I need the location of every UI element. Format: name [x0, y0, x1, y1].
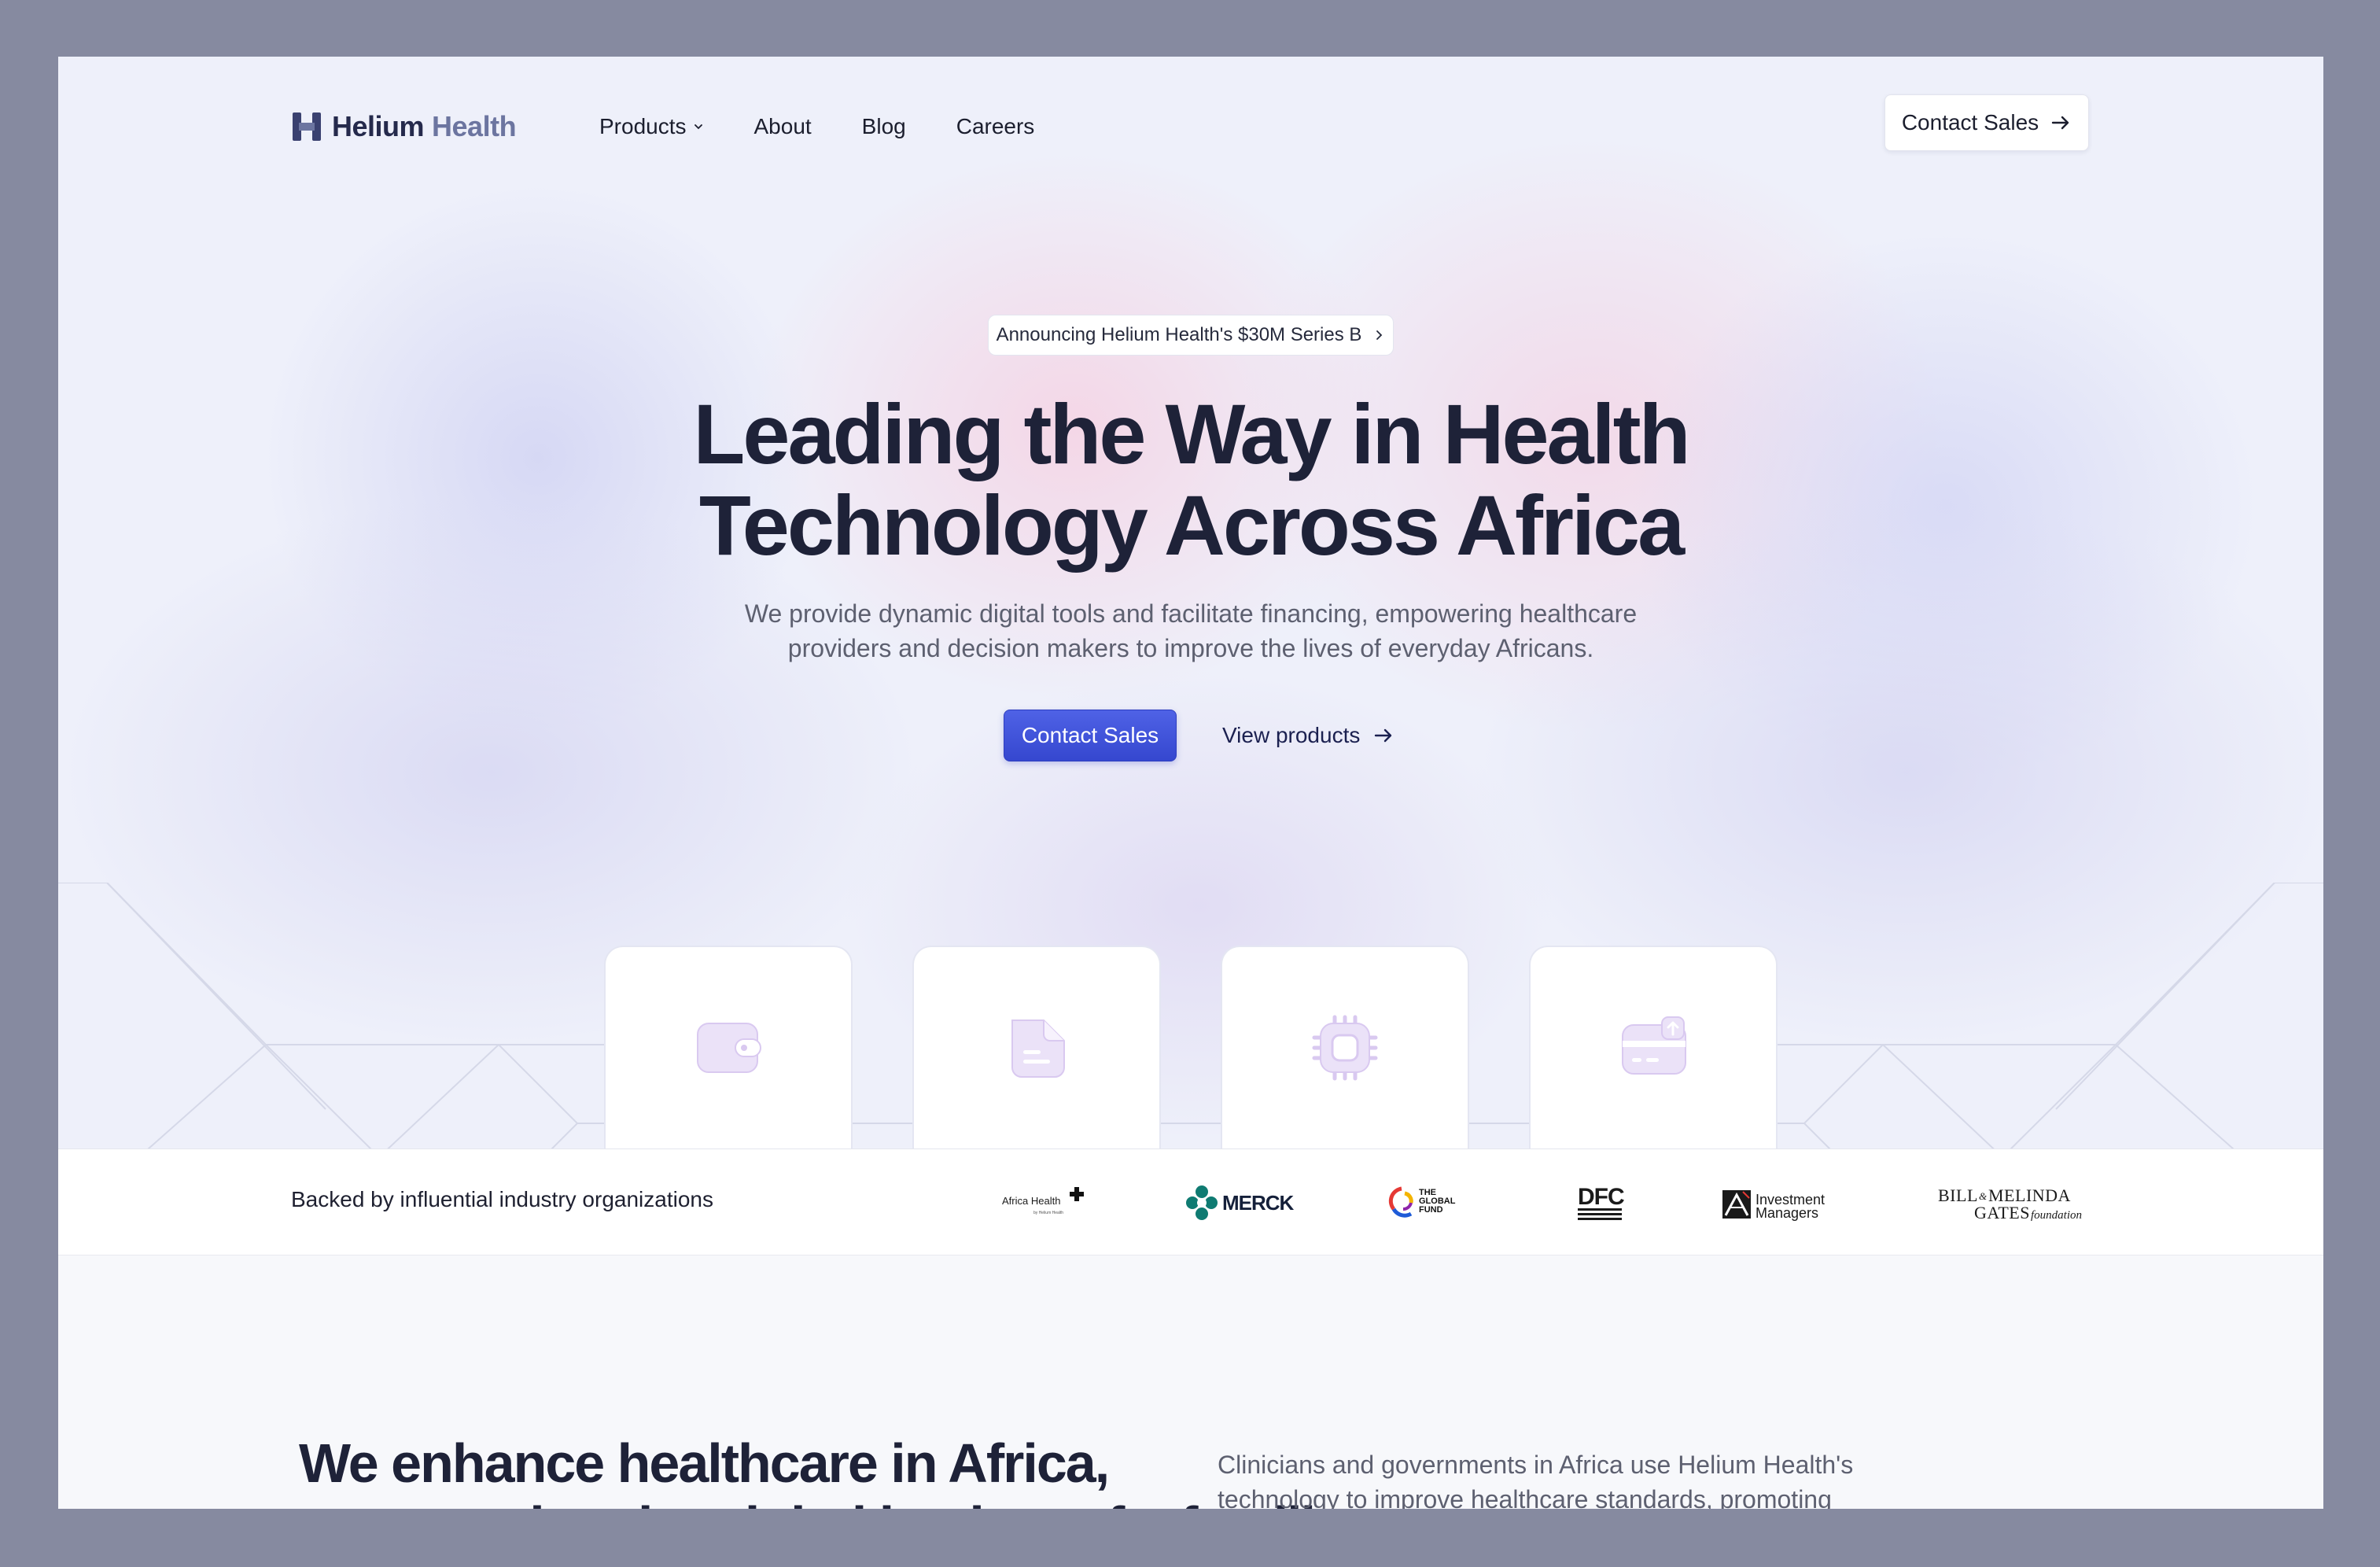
document-icon: [1011, 1019, 1065, 1078]
section-description: Clinicians and governments in Africa use…: [1218, 1447, 1925, 1509]
main-nav: Products About Blog Careers: [599, 109, 1085, 145]
product-card-chip[interactable]: [1221, 946, 1469, 1149]
subtext-line-2: providers and decision makers to improve…: [787, 634, 1594, 662]
svg-text:foundation: foundation: [2031, 1209, 2082, 1222]
backers-label: Backed by influential industry organizat…: [291, 1187, 713, 1211]
card-upload-icon: [1622, 1016, 1686, 1075]
contact-sales-button[interactable]: Contact Sales: [1004, 710, 1177, 761]
nav-item-careers[interactable]: Careers: [956, 114, 1035, 139]
section-heading-line-2: empowering the global leaders of a famil…: [299, 1495, 1365, 1509]
partner-logo-dfc: DFC: [1575, 1181, 1630, 1225]
subtext-line-1: We provide dynamic digital tools and fac…: [744, 599, 1638, 628]
arrow-right-icon: [2051, 116, 2069, 130]
partner-logo-global-fund: THE GLOBAL FUND: [1387, 1181, 1482, 1225]
view-products-link[interactable]: View products: [1222, 723, 1394, 748]
partner-logo-axa: Investment Managers: [1721, 1181, 1839, 1225]
partner-logo-africa-health: Africa Health by Helium Health: [1002, 1181, 1089, 1225]
nav-item-products[interactable]: Products: [599, 114, 704, 139]
svg-text:GATES: GATES: [1974, 1203, 2030, 1222]
chevron-right-icon: [1376, 330, 1383, 340]
svg-text:BILL: BILL: [1938, 1185, 1978, 1205]
hero-headline: Leading the Way in Health Technology Acro…: [562, 389, 1820, 571]
arrow-right-icon: [1375, 728, 1392, 743]
logo-word-helium: Helium: [332, 110, 425, 142]
nav-label: Blog: [861, 114, 906, 138]
svg-text:DFC: DFC: [1578, 1184, 1624, 1210]
svg-text:MERCK: MERCK: [1222, 1191, 1295, 1215]
link-label: View products: [1222, 723, 1361, 747]
headline-line-2: Technology Across Africa: [698, 477, 1685, 573]
headline-line-1: Leading the Way in Health: [693, 386, 1690, 481]
announcement-pill[interactable]: Announcing Helium Health's $30M Series B: [988, 315, 1394, 356]
svg-text:&: &: [1979, 1190, 1988, 1202]
section-text-line-2: technology to improve healthcare standar…: [1218, 1485, 1832, 1509]
product-card-payment[interactable]: [1529, 946, 1778, 1149]
svg-text:by Helium Health: by Helium Health: [1033, 1211, 1063, 1215]
hero-subtext: We provide dynamic digital tools and fac…: [656, 596, 1726, 666]
decorative-lines: [58, 883, 2323, 1149]
nav-label: About: [753, 114, 812, 138]
chip-icon: [1312, 1015, 1378, 1081]
browser-viewport: Helium Health Products About Blog Career…: [58, 57, 2323, 1509]
svg-text:Managers: Managers: [1756, 1205, 1818, 1221]
hero-cta-row: Contact Sales View products: [1004, 710, 1394, 761]
partner-logo-merck: MERCK: [1186, 1181, 1296, 1225]
nav-label: Careers: [956, 114, 1035, 138]
site-header: Helium Health Products About Blog Career…: [58, 57, 2323, 190]
nav-item-blog[interactable]: Blog: [862, 114, 906, 139]
nav-label: Products: [599, 114, 687, 138]
section-heading: We enhance healthcare in Africa,: [299, 1432, 1110, 1494]
africa-health-logo: Africa Health by Helium Health: [1002, 1187, 1084, 1215]
gates-foundation-logo: BILL & MELINDA GATES foundation: [1938, 1185, 2082, 1222]
partner-logo-gates-foundation: BILL & MELINDA GATES foundation: [1930, 1181, 2103, 1225]
chevron-down-icon: [694, 124, 702, 130]
backers-bar: Backed by influential industry organizat…: [58, 1149, 2323, 1255]
section-text-line-1: Clinicians and governments in Africa use…: [1218, 1451, 1854, 1479]
dfc-logo: DFC: [1578, 1184, 1625, 1220]
product-card-document[interactable]: [912, 946, 1161, 1149]
axa-logo: Investment Managers: [1722, 1190, 1825, 1221]
nav-item-about[interactable]: About: [754, 114, 812, 139]
wallet-icon: [697, 1023, 761, 1073]
announcement-text: Announcing Helium Health's $30M Series B: [996, 324, 1362, 345]
brand-logo[interactable]: Helium Health: [291, 107, 517, 146]
svg-text:Africa Health: Africa Health: [1002, 1195, 1060, 1207]
hero-section: Helium Health Products About Blog Career…: [58, 57, 2323, 1149]
header-contact-sales-button[interactable]: Contact Sales: [1884, 94, 2089, 151]
merck-logo: MERCK: [1186, 1185, 1295, 1220]
button-label: Contact Sales: [1901, 110, 2039, 135]
helium-logo-icon: [293, 112, 321, 141]
logo-word-health: Health: [432, 110, 517, 142]
product-card-wallet[interactable]: [604, 946, 853, 1149]
global-fund-logo: THE GLOBAL FUND: [1388, 1186, 1455, 1218]
